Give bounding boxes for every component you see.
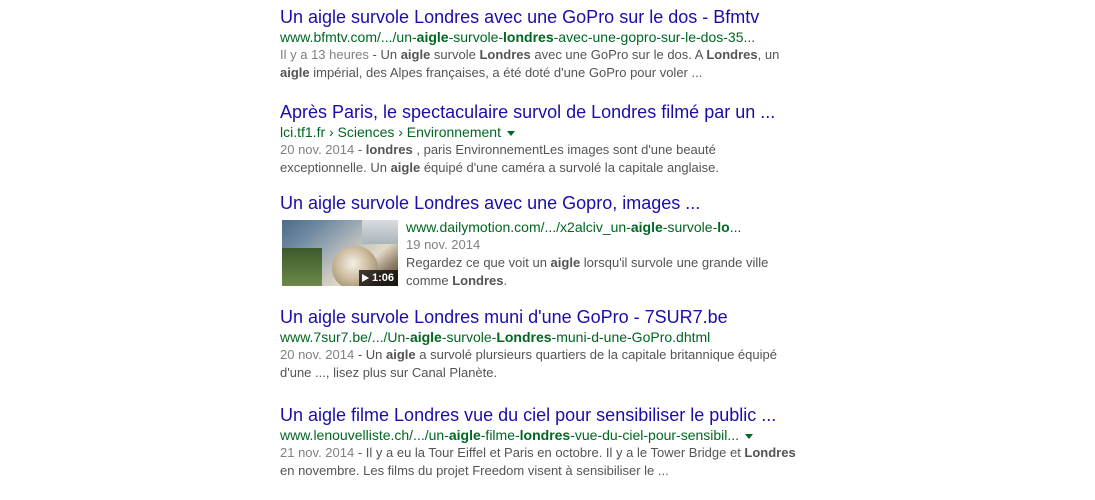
- result-url: www.dailymotion.com/.../x2alciv_un-aigle…: [406, 219, 742, 235]
- search-result: Un aigle filme Londres vue du ciel pour …: [280, 404, 800, 480]
- search-result: Un aigle survole Londres avec une GoPro …: [280, 6, 800, 82]
- result-url: www.7sur7.be/.../Un-aigle-survole-Londre…: [280, 329, 711, 345]
- result-date: 21 nov. 2014: [280, 445, 355, 460]
- result-url: lci.tf1.fr › Sciences › Environnement: [280, 123, 800, 141]
- result-date: 19 nov. 2014: [406, 237, 481, 252]
- video-duration: 1:06: [371, 272, 394, 284]
- result-date: 20 nov. 2014: [280, 142, 355, 157]
- search-result: Après Paris, le spectaculaire survol de …: [280, 101, 800, 177]
- result-title-link[interactable]: Un aigle filme Londres vue du ciel pour …: [280, 404, 800, 426]
- result-url: www.bfmtv.com/.../un-aigle-survole-londr…: [280, 29, 756, 45]
- chevron-down-icon[interactable]: [506, 130, 515, 136]
- result-snippet: 20 nov. 2014 - londres , paris Environne…: [280, 142, 719, 175]
- play-icon: [361, 274, 369, 282]
- result-snippet: 20 nov. 2014 - Un aigle a survolé plursi…: [280, 347, 777, 380]
- video-thumbnail[interactable]: 1:06: [282, 220, 398, 286]
- result-title-link[interactable]: Un aigle survole Londres avec une Gopro,…: [280, 192, 800, 214]
- chevron-down-icon[interactable]: [745, 433, 754, 439]
- result-title-link[interactable]: Un aigle survole Londres muni d'une GoPr…: [280, 306, 800, 328]
- video-duration-badge: 1:06: [358, 270, 398, 286]
- result-url: www.lenouvelliste.ch/.../un-aigle-filme-…: [280, 426, 800, 444]
- thumbnail-image-part: [282, 248, 322, 286]
- result-title-link[interactable]: Un aigle survole Londres avec une GoPro …: [280, 6, 800, 28]
- video-info: www.dailymotion.com/.../x2alciv_un-aigle…: [406, 218, 786, 290]
- result-date: Il y a 13 heures: [280, 47, 369, 62]
- video-result: Un aigle survole Londres avec une Gopro,…: [280, 192, 800, 288]
- result-snippet: Il y a 13 heures - Un aigle survole Lond…: [280, 47, 780, 80]
- result-title-link[interactable]: Après Paris, le spectaculaire survol de …: [280, 101, 800, 123]
- video-row: 1:06 www.dailymotion.com/.../x2alciv_un-…: [280, 218, 800, 288]
- thumbnail-image-part: [362, 220, 398, 244]
- result-snippet: 21 nov. 2014 - Il y a eu la Tour Eiffel …: [280, 445, 796, 478]
- result-snippet: Regardez ce que voit un aigle lorsqu'il …: [406, 255, 769, 288]
- result-date: 20 nov. 2014: [280, 347, 355, 362]
- search-result: Un aigle survole Londres muni d'une GoPr…: [280, 306, 800, 382]
